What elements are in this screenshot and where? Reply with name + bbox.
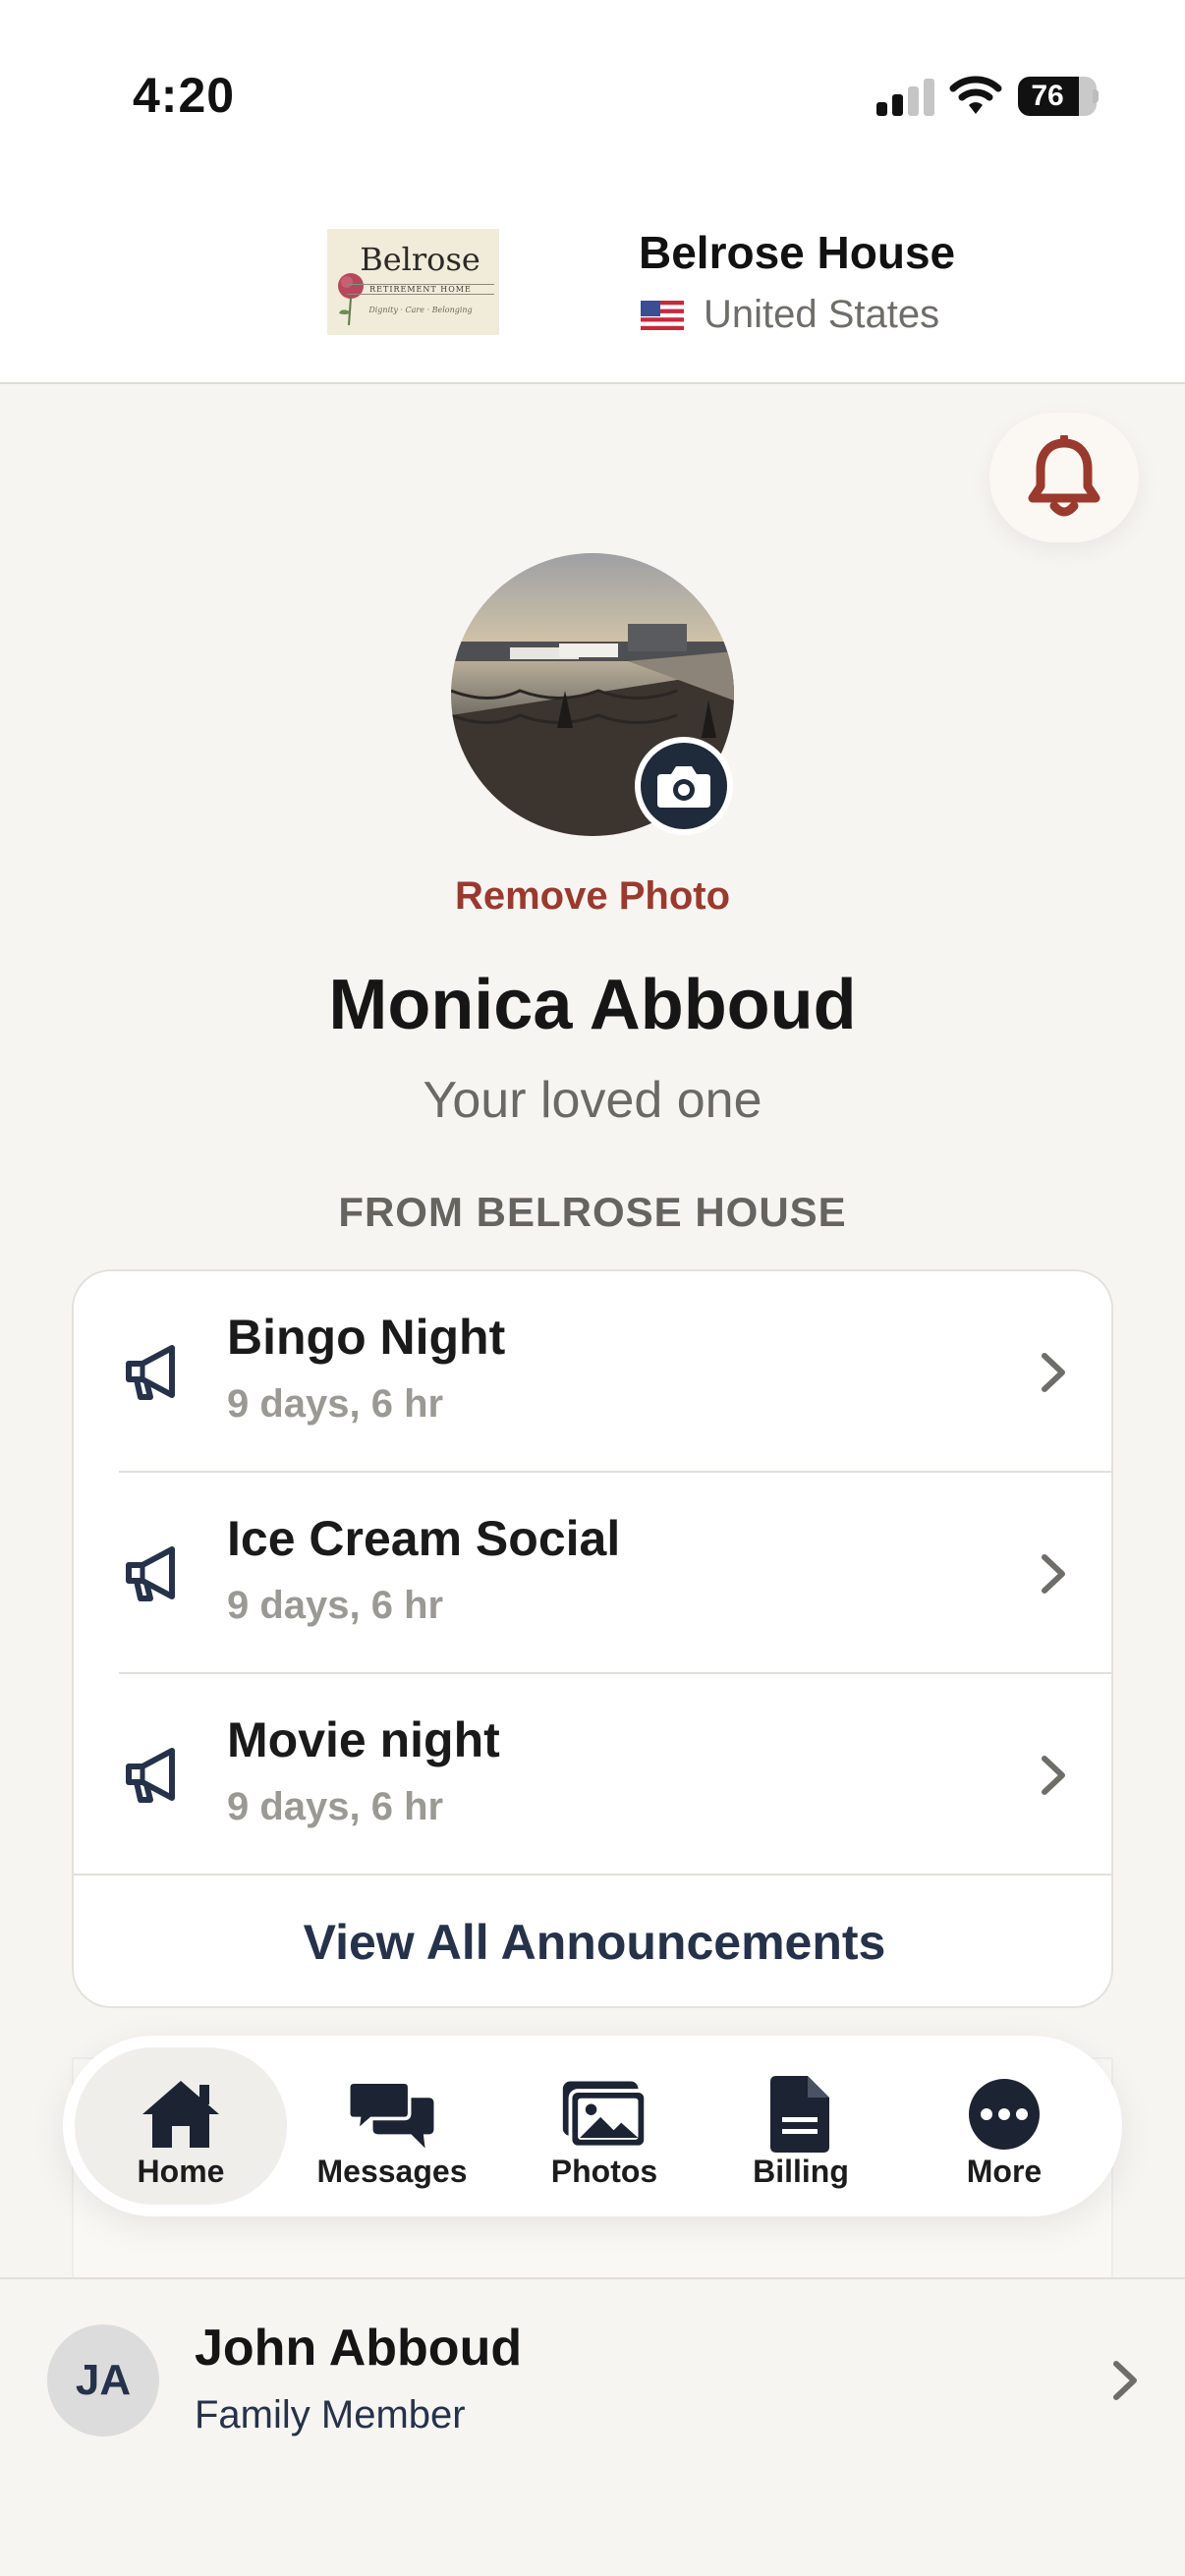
announcement-title: Bingo Night [227, 1310, 506, 1365]
tab-label: Home [137, 2154, 225, 2189]
home-icon [142, 2081, 219, 2148]
chevron-right-icon [1042, 1756, 1065, 1795]
logo-title: Belrose [360, 241, 480, 278]
chevron-right-icon [1042, 1554, 1065, 1594]
announcement-item[interactable]: Bingo Night 9 days, 6 hr [74, 1271, 1111, 1473]
announcement-title: Movie night [227, 1712, 500, 1767]
photos-icon [562, 2081, 649, 2150]
more-icon [969, 2079, 1040, 2150]
tab-home[interactable]: Home [75, 2047, 287, 2205]
facility-header: Belrose RETIREMENT HOME Dignity · Care ·… [0, 177, 1185, 384]
facility-logo: Belrose RETIREMENT HOME Dignity · Care ·… [327, 229, 499, 335]
user-account-row[interactable]: JA John Abboud Family Member [0, 2277, 1185, 2576]
announcement-time: 9 days, 6 hr [227, 1785, 444, 1828]
logo-tagline: Dignity · Care · Belonging [368, 306, 473, 314]
bell-icon [1028, 435, 1100, 517]
country-label: United States [704, 293, 940, 336]
tab-label: Billing [753, 2154, 849, 2189]
user-name: John Abboud [195, 2320, 523, 2377]
facility-name: Belrose House [639, 227, 956, 278]
avatar: JA [47, 2324, 159, 2436]
announcement-title: Ice Cream Social [227, 1511, 621, 1566]
battery-icon: 76 [1018, 77, 1099, 116]
facility-country: United States [641, 293, 939, 337]
megaphone-icon [126, 1546, 175, 1601]
status-bar: 4:20 76 [0, 0, 1185, 177]
tab-billing[interactable]: Billing [695, 2047, 907, 2205]
notifications-button[interactable] [989, 413, 1139, 542]
cellular-signal-icon [876, 77, 935, 116]
tab-messages[interactable]: Messages [286, 2047, 498, 2205]
chevron-right-icon [1042, 1353, 1065, 1392]
announcement-item[interactable]: Movie night 9 days, 6 hr [74, 1674, 1111, 1876]
camera-icon [657, 766, 710, 808]
tab-label: More [966, 2154, 1043, 2189]
wifi-icon [949, 76, 1002, 114]
tab-photos[interactable]: Photos [498, 2047, 710, 2205]
us-flag-icon [641, 300, 684, 330]
announcement-time: 9 days, 6 hr [227, 1584, 444, 1627]
announcements-section-label: FROM BELROSE HOUSE [338, 1189, 847, 1235]
tab-label: Messages [316, 2154, 468, 2189]
change-photo-button[interactable] [635, 737, 733, 835]
resident-avatar[interactable] [451, 553, 734, 836]
remove-photo-button[interactable]: Remove Photo [0, 874, 1185, 919]
status-time: 4:20 [133, 68, 236, 123]
battery-percent: 76 [1031, 80, 1064, 112]
announcement-item[interactable]: Ice Cream Social 9 days, 6 hr [74, 1473, 1111, 1674]
tab-more[interactable]: More [898, 2047, 1110, 2205]
logo-subtitle: RETIREMENT HOME [347, 284, 494, 295]
chat-bubbles-icon [347, 2080, 434, 2149]
megaphone-icon [126, 1345, 175, 1400]
tab-label: Photos [550, 2154, 658, 2189]
resident-relation: Your loved one [423, 1072, 762, 1129]
announcements-card: Bingo Night 9 days, 6 hr Ice Cream Socia… [72, 1269, 1113, 2008]
document-icon [770, 2076, 829, 2153]
user-role: Family Member [195, 2393, 466, 2436]
resident-name: Monica Abboud [328, 966, 857, 1044]
bottom-tab-bar: Home Messages Photos Billing More [63, 2036, 1122, 2216]
chevron-right-icon [1113, 2361, 1137, 2400]
view-all-announcements-button[interactable]: View All Announcements [74, 1876, 1111, 2006]
announcement-time: 9 days, 6 hr [227, 1382, 444, 1426]
megaphone-icon [126, 1748, 175, 1803]
